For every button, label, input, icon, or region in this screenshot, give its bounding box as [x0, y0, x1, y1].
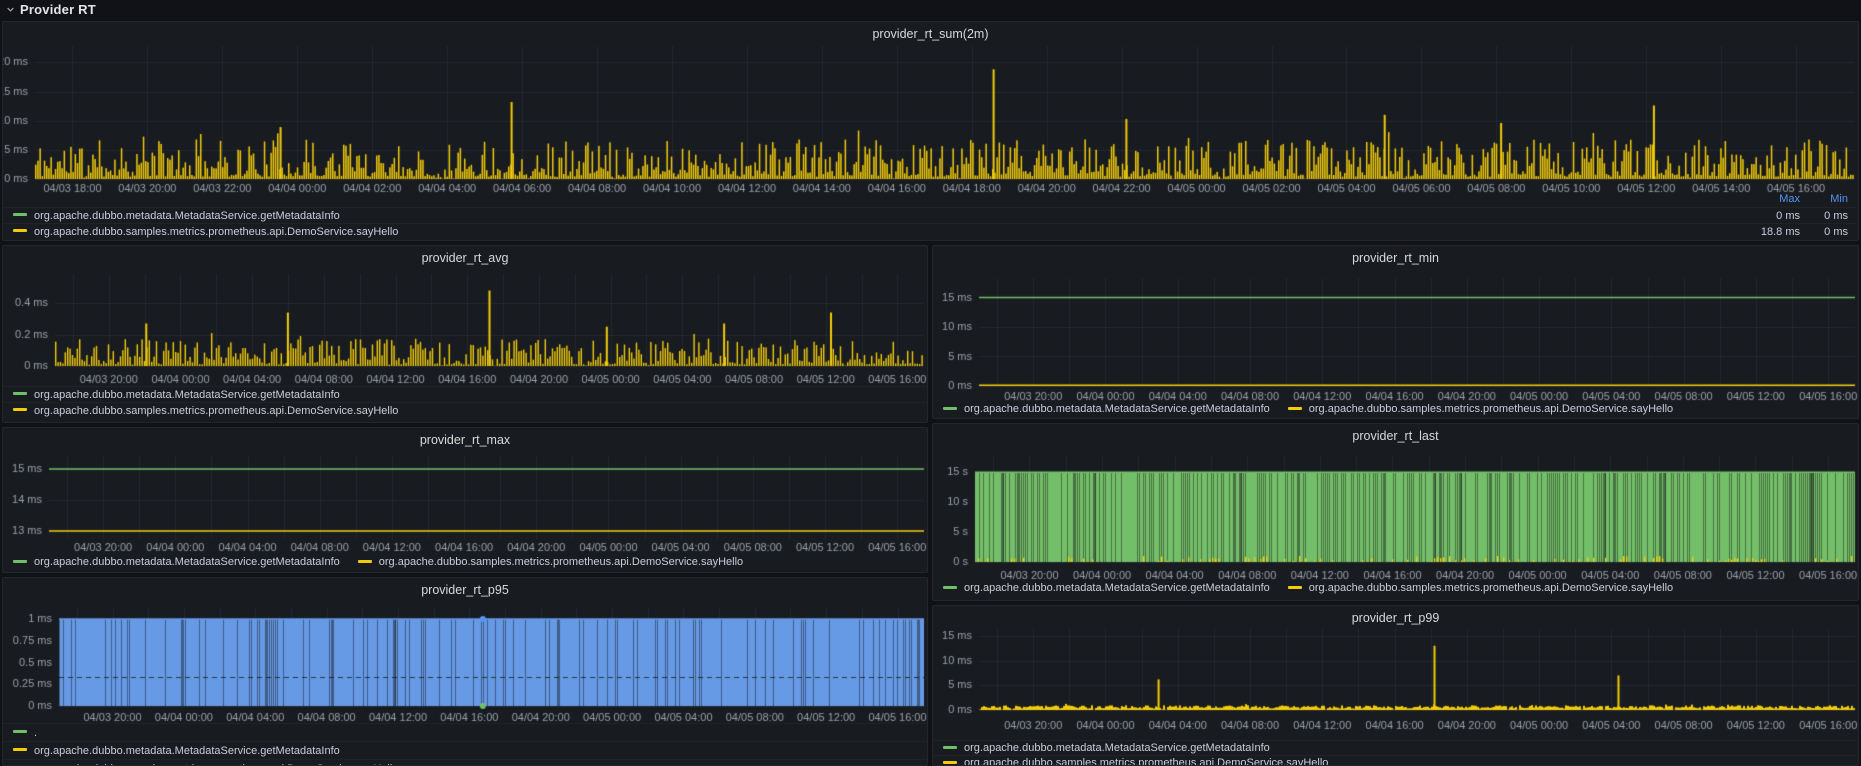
panel-provider-rt-last: provider_rt_last org.apache.dubbo.metada…: [932, 423, 1859, 601]
series-color-swatch: [13, 392, 27, 395]
series-color-swatch: [13, 408, 27, 411]
legend-column-max[interactable]: Max: [1738, 192, 1800, 206]
legend-value: 18.8 ms: [1738, 225, 1800, 239]
legend-series-label-demo[interactable]: org.apache.dubbo.samples.metrics.prometh…: [1309, 403, 1673, 415]
legend-row: org.apache.dubbo.samples.metrics.prometh…: [3, 759, 927, 766]
legend-label-cell: org.apache.dubbo.metadata.MetadataServic…: [13, 744, 917, 758]
legend-series-label-metadata[interactable]: org.apache.dubbo.metadata.MetadataServic…: [34, 745, 340, 757]
panel-title-last[interactable]: provider_rt_last: [933, 429, 1858, 443]
legend-value: 0 ms: [1738, 209, 1800, 223]
series-color-swatch: [13, 229, 27, 232]
row-title: Provider RT: [20, 2, 96, 17]
chart-canvas-min[interactable]: [933, 246, 1859, 419]
series-color-swatch: [943, 746, 957, 749]
panel-legend: org.apache.dubbo.metadata.MetadataServic…: [3, 386, 927, 418]
panel-legend: org.apache.dubbo.metadata.MetadataServic…: [933, 740, 1858, 766]
panel-title-sum[interactable]: provider_rt_sum(2m): [3, 27, 1858, 41]
series-color-swatch: [13, 213, 27, 216]
series-color-swatch: [943, 407, 957, 410]
legend-value: 0 ms: [1800, 209, 1848, 223]
legend-label-cell: org.apache.dubbo.samples.metrics.prometh…: [13, 762, 917, 766]
row-header-provider-rt[interactable]: Provider RT: [0, 0, 1861, 19]
panel-provider-rt-avg: provider_rt_avg org.apache.dubbo.metadat…: [2, 245, 928, 423]
panel-provider-rt-p99: provider_rt_p99 org.apache.dubbo.metadat…: [932, 605, 1859, 766]
legend-label-cell: org.apache.dubbo.metadata.MetadataServic…: [13, 388, 917, 402]
series-color-swatch: [943, 761, 957, 764]
series-color-swatch: [13, 560, 27, 563]
legend-label-cell: org.apache.dubbo.metadata.MetadataServic…: [13, 209, 1738, 223]
series-color-swatch: [13, 730, 27, 733]
legend-row: org.apache.dubbo.metadata.MetadataServic…: [933, 740, 1858, 755]
legend-item: org.apache.dubbo.samples.metrics.prometh…: [1288, 581, 1673, 595]
panel-title-max[interactable]: provider_rt_max: [3, 433, 927, 447]
legend-row: org.apache.dubbo.metadata.MetadataServic…: [3, 207, 1858, 223]
panel-title-p99[interactable]: provider_rt_p99: [933, 611, 1858, 625]
panel-legend: MaxMin org.apache.dubbo.metadata.Metadata…: [3, 191, 1858, 239]
legend-item: org.apache.dubbo.metadata.MetadataServic…: [943, 402, 1270, 416]
legend-item: org.apache.dubbo.samples.metrics.prometh…: [358, 555, 743, 569]
chart-canvas-max[interactable]: [3, 428, 928, 573]
legend-inline-row: org.apache.dubbo.metadata.MetadataServic…: [933, 402, 1858, 416]
legend-inline-row: org.apache.dubbo.metadata.MetadataServic…: [3, 555, 927, 569]
legend-row: org.apache.dubbo.metadata.MetadataServic…: [3, 386, 927, 402]
legend-label-cell: .: [13, 726, 917, 740]
legend-series-label-demo[interactable]: org.apache.dubbo.samples.metrics.prometh…: [379, 556, 743, 568]
chart-canvas-last[interactable]: [933, 424, 1859, 601]
legend-item: org.apache.dubbo.samples.metrics.prometh…: [1288, 402, 1673, 416]
panel-legend: org.apache.dubbo.metadata.MetadataServic…: [933, 581, 1858, 595]
panel-title-avg[interactable]: provider_rt_avg: [3, 251, 927, 265]
legend-series-label-metadata[interactable]: org.apache.dubbo.metadata.MetadataServic…: [964, 582, 1270, 594]
legend-series-label-demo[interactable]: org.apache.dubbo.samples.metrics.prometh…: [34, 763, 398, 766]
legend-series-label-metadata[interactable]: org.apache.dubbo.metadata.MetadataServic…: [964, 403, 1270, 415]
legend-label-cell: org.apache.dubbo.samples.metrics.prometh…: [13, 225, 1738, 239]
chevron-down-icon: [6, 5, 15, 14]
legend-series-label-metadata[interactable]: org.apache.dubbo.metadata.MetadataServic…: [34, 389, 340, 401]
legend-series-label-metadata[interactable]: org.apache.dubbo.metadata.MetadataServic…: [34, 210, 340, 222]
legend-label-cell: org.apache.dubbo.samples.metrics.prometh…: [943, 756, 1848, 766]
panel-provider-rt-min: provider_rt_min org.apache.dubbo.metadat…: [932, 245, 1859, 419]
panel-provider-rt-sum: provider_rt_sum(2m) MaxMin org.apache.dub…: [2, 21, 1859, 241]
legend-series-label-metadata[interactable]: org.apache.dubbo.metadata.MetadataServic…: [964, 742, 1270, 754]
panel-provider-rt-p95: provider_rt_p95 . org.apache.dubbo.metada…: [2, 577, 928, 766]
panel-title-p95[interactable]: provider_rt_p95: [3, 583, 927, 597]
panel-legend: org.apache.dubbo.metadata.MetadataServic…: [3, 555, 927, 569]
legend-series-label-dot[interactable]: .: [34, 727, 37, 739]
legend-series-label-demo[interactable]: org.apache.dubbo.samples.metrics.prometh…: [34, 405, 398, 417]
legend-row: org.apache.dubbo.samples.metrics.prometh…: [3, 223, 1858, 239]
legend-row: .: [3, 723, 927, 741]
legend-item: org.apache.dubbo.metadata.MetadataServic…: [13, 555, 340, 569]
panel-provider-rt-max: provider_rt_max org.apache.dubbo.metadat…: [2, 427, 928, 573]
legend-label-cell: org.apache.dubbo.samples.metrics.prometh…: [13, 404, 917, 418]
legend-series-label-demo[interactable]: org.apache.dubbo.samples.metrics.prometh…: [964, 757, 1328, 766]
legend-column-min[interactable]: Min: [1800, 192, 1848, 206]
legend-inline-row: org.apache.dubbo.metadata.MetadataServic…: [933, 581, 1858, 595]
series-color-swatch: [1288, 407, 1302, 410]
panel-title-min[interactable]: provider_rt_min: [933, 251, 1858, 265]
legend-row: org.apache.dubbo.metadata.MetadataServic…: [3, 741, 927, 759]
legend-row: org.apache.dubbo.samples.metrics.prometh…: [933, 755, 1858, 766]
series-color-swatch: [358, 560, 372, 563]
dashboard: Provider RT provider_rt_sum(2m) MaxMin or…: [0, 0, 1861, 766]
legend-series-label-demo[interactable]: org.apache.dubbo.samples.metrics.prometh…: [1309, 582, 1673, 594]
legend-series-label-demo[interactable]: org.apache.dubbo.samples.metrics.prometh…: [34, 226, 398, 238]
legend-series-label-metadata[interactable]: org.apache.dubbo.metadata.MetadataServic…: [34, 556, 340, 568]
series-color-swatch: [13, 748, 27, 751]
series-color-swatch: [1288, 586, 1302, 589]
legend-item: org.apache.dubbo.metadata.MetadataServic…: [943, 581, 1270, 595]
series-color-swatch: [943, 586, 957, 589]
legend-row: org.apache.dubbo.samples.metrics.prometh…: [3, 402, 927, 418]
panel-legend: org.apache.dubbo.metadata.MetadataServic…: [933, 402, 1858, 416]
legend-label-cell: org.apache.dubbo.metadata.MetadataServic…: [943, 741, 1848, 755]
panel-legend: . org.apache.dubbo.metadata.MetadataServi…: [3, 723, 927, 766]
legend-value: 0 ms: [1800, 225, 1848, 239]
